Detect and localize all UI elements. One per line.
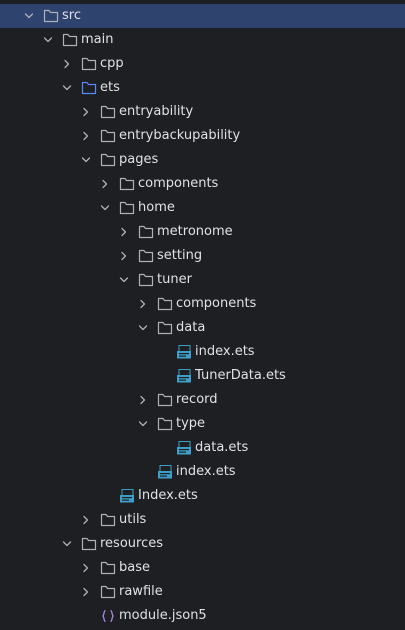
tree-item[interactable]: ets xyxy=(0,76,405,100)
tree-item-label: TunerData.ets xyxy=(195,368,286,383)
folder-icon xyxy=(157,417,173,431)
chevron-down-icon[interactable] xyxy=(24,11,34,21)
folder-icon xyxy=(157,297,173,311)
folder-icon xyxy=(119,201,135,215)
folder-icon xyxy=(100,513,116,527)
chevron-right-icon[interactable] xyxy=(138,299,148,309)
tree-item-label: home xyxy=(138,200,175,215)
chevron-right-icon[interactable] xyxy=(81,515,91,525)
folder-icon xyxy=(100,561,116,575)
folder-icon xyxy=(100,105,116,119)
tree-item-label: data.ets xyxy=(195,440,249,455)
tree-item-label: tuner xyxy=(157,272,192,287)
tree-item-label: base xyxy=(119,560,150,575)
chevron-down-icon[interactable] xyxy=(62,83,72,93)
tree-item[interactable]: data xyxy=(0,316,405,340)
folder-icon xyxy=(43,9,59,23)
tree-item-label: setting xyxy=(157,248,203,263)
chevron-down-icon[interactable] xyxy=(119,275,129,285)
tree-item-label: index.ets xyxy=(195,344,255,359)
tree-item[interactable]: entrybackupability xyxy=(0,124,405,148)
tree-item[interactable]: components xyxy=(0,172,405,196)
chevron-down-icon[interactable] xyxy=(138,323,148,333)
chevron-right-icon[interactable] xyxy=(81,587,91,597)
tree-item-label: type xyxy=(176,416,206,431)
tree-item-label: src xyxy=(62,8,81,23)
chevron-down-icon[interactable] xyxy=(43,35,53,45)
ets-file-icon xyxy=(119,489,135,503)
folder-icon xyxy=(138,225,154,239)
tree-item[interactable]: type xyxy=(0,412,405,436)
tree-item-label: entrybackupability xyxy=(119,128,241,143)
tree-item-label: rawfile xyxy=(119,584,163,599)
ets-file-icon xyxy=(176,441,192,455)
tree-item-label: Index.ets xyxy=(138,488,198,503)
tree-item[interactable]: pages xyxy=(0,148,405,172)
folder-icon xyxy=(81,57,97,71)
tree-item-label: index.ets xyxy=(176,464,236,479)
tree-item[interactable]: utils xyxy=(0,508,405,532)
tree-item[interactable]: tuner xyxy=(0,268,405,292)
tree-item[interactable]: rawfile xyxy=(0,580,405,604)
tree-item[interactable]: src xyxy=(0,4,405,28)
chevron-right-icon[interactable] xyxy=(138,395,148,405)
tree-item-label: data xyxy=(176,320,206,335)
tree-item[interactable]: home xyxy=(0,196,405,220)
tree-item[interactable]: entryability xyxy=(0,100,405,124)
tree-item[interactable]: components xyxy=(0,292,405,316)
source-folder-icon xyxy=(81,81,97,95)
chevron-down-icon[interactable] xyxy=(100,203,110,213)
tree-item[interactable]: main xyxy=(0,28,405,52)
tree-item[interactable]: resources xyxy=(0,532,405,556)
chevron-right-icon[interactable] xyxy=(62,59,72,69)
project-file-tree: src main cpp ets entryability entrybackupabil… xyxy=(0,0,405,630)
ets-file-icon xyxy=(176,369,192,383)
chevron-right-icon[interactable] xyxy=(119,227,129,237)
ets-file-icon xyxy=(176,345,192,359)
tree-item[interactable]: setting xyxy=(0,244,405,268)
tree-item-label: record xyxy=(176,392,218,407)
chevron-down-icon[interactable] xyxy=(81,155,91,165)
tree-item[interactable]: cpp xyxy=(0,52,405,76)
chevron-right-icon[interactable] xyxy=(81,107,91,117)
tree-item[interactable]: metronome xyxy=(0,220,405,244)
chevron-down-icon[interactable] xyxy=(62,539,72,549)
tree-item-label: main xyxy=(81,32,114,47)
folder-icon xyxy=(157,321,173,335)
folder-icon xyxy=(100,585,116,599)
folder-icon xyxy=(157,393,173,407)
json-file-icon xyxy=(100,609,116,623)
folder-icon xyxy=(81,537,97,551)
tree-item-label: utils xyxy=(119,512,147,527)
tree-item[interactable]: record xyxy=(0,388,405,412)
tree-item[interactable]: index.ets xyxy=(0,460,405,484)
tree-item-label: components xyxy=(138,176,219,191)
tree-item-label: ets xyxy=(100,80,120,95)
tree-item[interactable]: base xyxy=(0,556,405,580)
chevron-right-icon[interactable] xyxy=(81,563,91,573)
chevron-down-icon[interactable] xyxy=(138,419,148,429)
tree-item-label: resources xyxy=(100,536,164,551)
tree-item-label: entryability xyxy=(119,104,194,119)
tree-item-label: metronome xyxy=(157,224,233,239)
folder-icon xyxy=(138,249,154,263)
tree-item-label: pages xyxy=(119,152,159,167)
chevron-right-icon[interactable] xyxy=(119,251,129,261)
tree-item-label: components xyxy=(176,296,257,311)
tree-item[interactable]: data.ets xyxy=(0,436,405,460)
tree-item[interactable]: TunerData.ets xyxy=(0,364,405,388)
tree-item-label: cpp xyxy=(100,56,124,71)
folder-icon xyxy=(100,129,116,143)
tree-item[interactable]: index.ets xyxy=(0,340,405,364)
folder-icon xyxy=(138,273,154,287)
ets-file-icon xyxy=(157,465,173,479)
folder-icon xyxy=(62,33,78,47)
chevron-right-icon[interactable] xyxy=(81,131,91,141)
tree-item[interactable]: module.json5 xyxy=(0,604,405,628)
folder-icon xyxy=(100,153,116,167)
folder-icon xyxy=(119,177,135,191)
chevron-right-icon[interactable] xyxy=(100,179,110,189)
tree-item-label: module.json5 xyxy=(119,608,207,623)
tree-item[interactable]: Index.ets xyxy=(0,484,405,508)
